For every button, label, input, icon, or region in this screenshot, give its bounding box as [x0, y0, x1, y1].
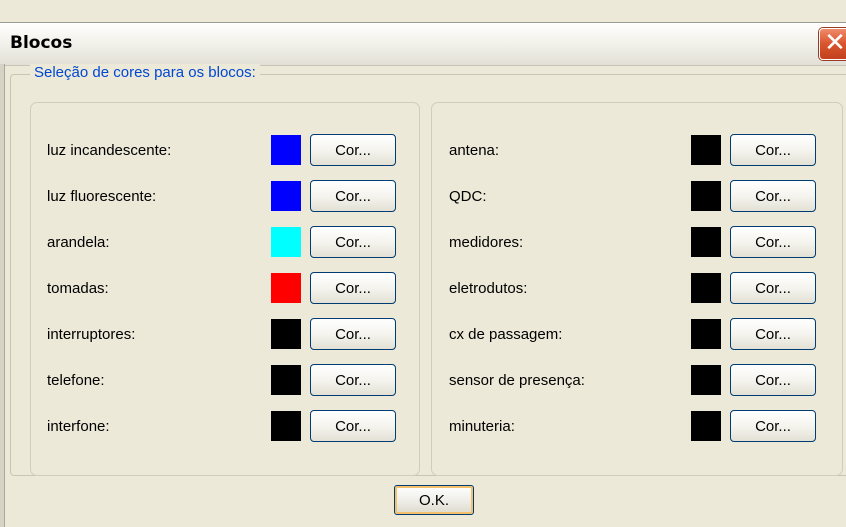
color-button[interactable]: Cor... [310, 318, 396, 350]
color-button[interactable]: Cor... [730, 318, 816, 350]
color-button[interactable]: Cor... [730, 134, 816, 166]
block-row-luz-incandescente: luz incandescente: Cor... [31, 134, 419, 166]
close-button[interactable]: ✕ [819, 28, 846, 60]
color-swatch [691, 365, 721, 395]
color-button[interactable]: Cor... [310, 180, 396, 212]
color-button[interactable]: Cor... [730, 180, 816, 212]
block-label: tomadas: [47, 280, 109, 297]
block-label: luz incandescente: [47, 142, 172, 159]
block-label: interruptores: [47, 326, 136, 343]
block-row-antena: antena: Cor... [432, 134, 842, 166]
block-row-tomadas: tomadas: Cor... [31, 272, 419, 304]
color-swatch [271, 411, 301, 441]
close-icon: ✕ [824, 28, 846, 58]
block-label: antena: [449, 142, 500, 159]
color-swatch [271, 273, 301, 303]
color-button[interactable]: Cor... [730, 272, 816, 304]
block-row-medidores: medidores: Cor... [432, 226, 842, 258]
color-button[interactable]: Cor... [730, 410, 816, 442]
color-button[interactable]: Cor... [310, 410, 396, 442]
color-swatch [691, 181, 721, 211]
block-label: sensor de presença: [449, 372, 585, 389]
block-row-interruptores: interruptores: Cor... [31, 318, 419, 350]
color-swatch [691, 135, 721, 165]
block-label: cx de passagem: [449, 326, 563, 343]
window-title: Blocos [10, 33, 73, 53]
block-label: minuteria: [449, 418, 515, 435]
block-row-qdc: QDC: Cor... [432, 180, 842, 212]
color-button[interactable]: Cor... [310, 272, 396, 304]
color-swatch [691, 411, 721, 441]
window-left-border [0, 64, 5, 527]
block-label: medidores: [449, 234, 524, 251]
block-row-arandela: arandela: Cor... [31, 226, 419, 258]
ok-button[interactable]: O.K. [394, 485, 474, 515]
block-row-sensor-de-presenca: sensor de presença: Cor... [432, 364, 842, 396]
block-label: interfone: [47, 418, 110, 435]
title-bar: Blocos ✕ [0, 22, 846, 66]
color-swatch [271, 319, 301, 349]
color-button[interactable]: Cor... [310, 364, 396, 396]
right-panel: antena: Cor... QDC: Cor... medidores: Co… [431, 102, 843, 476]
left-panel: luz incandescente: Cor... luz fluorescen… [30, 102, 420, 476]
block-row-minuteria: minuteria: Cor... [432, 410, 842, 442]
color-button[interactable]: Cor... [730, 364, 816, 396]
blocos-dialog: Blocos ✕ Seleção de cores para os blocos… [0, 0, 846, 527]
color-button[interactable]: Cor... [730, 226, 816, 258]
block-row-luz-fluorescente: luz fluorescente: Cor... [31, 180, 419, 212]
block-label: eletrodutos: [449, 280, 528, 297]
block-row-interfone: interfone: Cor... [31, 410, 419, 442]
block-label: luz fluorescente: [47, 188, 157, 205]
color-swatch [691, 273, 721, 303]
color-swatch [271, 181, 301, 211]
color-button[interactable]: Cor... [310, 134, 396, 166]
block-label: telefone: [47, 372, 105, 389]
color-swatch [691, 227, 721, 257]
block-row-cx-de-passagem: cx de passagem: Cor... [432, 318, 842, 350]
color-swatch [271, 227, 301, 257]
block-row-eletrodutos: eletrodutos: Cor... [432, 272, 842, 304]
group-legend: Seleção de cores para os blocos: [30, 64, 260, 81]
color-swatch [271, 135, 301, 165]
block-row-telefone: telefone: Cor... [31, 364, 419, 396]
color-button[interactable]: Cor... [310, 226, 396, 258]
block-label: arandela: [47, 234, 110, 251]
block-label: QDC: [449, 188, 487, 205]
color-swatch [691, 319, 721, 349]
color-swatch [271, 365, 301, 395]
